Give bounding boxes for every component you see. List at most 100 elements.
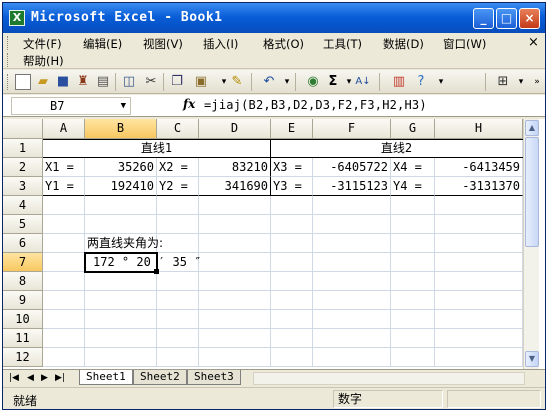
- grid-cell[interactable]: [435, 310, 523, 329]
- grid-cell[interactable]: [157, 329, 199, 348]
- scroll-thumb[interactable]: [525, 137, 539, 247]
- next-sheet-icon[interactable]: ▶: [41, 373, 48, 383]
- menu-tools[interactable]: 工具(T): [323, 36, 362, 52]
- grid-cell[interactable]: [313, 196, 391, 215]
- grid-cell[interactable]: [271, 253, 313, 272]
- cell-e1-merged[interactable]: 直线2: [271, 139, 523, 158]
- cell-a2[interactable]: X1 =: [43, 158, 85, 177]
- cell-h2[interactable]: -6413459: [435, 158, 523, 177]
- undo-dropdown-icon[interactable]: ▾: [279, 74, 295, 90]
- last-sheet-icon[interactable]: ▶|: [55, 373, 65, 383]
- grid-cell[interactable]: [391, 215, 435, 234]
- cell-b3[interactable]: 192410: [85, 177, 157, 196]
- format-painter-icon[interactable]: ✎: [229, 74, 245, 90]
- toolbar-options-icon[interactable]: »: [529, 74, 545, 90]
- cell-f3[interactable]: -3115123: [313, 177, 391, 196]
- grid-cell[interactable]: [85, 310, 157, 329]
- menu-window[interactable]: 窗口(W): [443, 36, 486, 52]
- grid-cell[interactable]: [391, 348, 435, 367]
- grid-cell[interactable]: [435, 272, 523, 291]
- grid-cell[interactable]: [199, 215, 271, 234]
- menu-data[interactable]: 数据(D): [383, 36, 424, 52]
- row-header-4[interactable]: 4: [3, 196, 43, 215]
- excel-app-icon[interactable]: X: [9, 10, 25, 26]
- grid-cell[interactable]: [271, 348, 313, 367]
- column-header-e[interactable]: E: [271, 119, 313, 139]
- cell-e2[interactable]: X3 =: [271, 158, 313, 177]
- close-document-button[interactable]: ×: [528, 35, 539, 50]
- grid-cell[interactable]: [271, 196, 313, 215]
- grid-cell[interactable]: [435, 291, 523, 310]
- cell-c2[interactable]: X2 =: [157, 158, 199, 177]
- menu-format[interactable]: 格式(O): [263, 36, 304, 52]
- maximize-button[interactable]: □: [496, 8, 517, 29]
- cell-e3[interactable]: Y3 =: [271, 177, 313, 196]
- cell-b2[interactable]: 35260: [85, 158, 157, 177]
- grid-cell[interactable]: [313, 272, 391, 291]
- grid-cell[interactable]: [85, 329, 157, 348]
- grid-cell[interactable]: [85, 348, 157, 367]
- column-header-g[interactable]: G: [391, 119, 435, 139]
- cell-g3[interactable]: Y4 =: [391, 177, 435, 196]
- grid-cell[interactable]: [271, 272, 313, 291]
- row-header-7[interactable]: 7: [3, 253, 43, 272]
- hyperlink-icon[interactable]: ◉: [305, 74, 321, 90]
- grid-cell[interactable]: [271, 234, 313, 253]
- grid-cell[interactable]: [157, 215, 199, 234]
- grid-cell[interactable]: [43, 272, 85, 291]
- grid-cell[interactable]: [199, 291, 271, 310]
- grid-cell[interactable]: [157, 272, 199, 291]
- row-header-3[interactable]: 3: [3, 177, 43, 196]
- grid-cell[interactable]: [43, 253, 85, 272]
- scroll-down-icon[interactable]: ▼: [525, 351, 539, 367]
- grid-cell[interactable]: [43, 329, 85, 348]
- sort-ascending-icon[interactable]: A↓: [355, 74, 371, 90]
- cell-a3[interactable]: Y1 =: [43, 177, 85, 196]
- grid-cell[interactable]: [435, 196, 523, 215]
- research-icon[interactable]: ✂: [143, 74, 159, 90]
- grid-cell[interactable]: [85, 291, 157, 310]
- save-icon[interactable]: ■: [55, 74, 71, 90]
- menu-insert[interactable]: 插入(I): [203, 36, 238, 52]
- grid-cell[interactable]: [85, 215, 157, 234]
- cell-a1-merged[interactable]: 直线1: [43, 139, 271, 158]
- grid-cell[interactable]: [199, 348, 271, 367]
- grid-cell[interactable]: [43, 291, 85, 310]
- row-header-5[interactable]: 5: [3, 215, 43, 234]
- fill-handle[interactable]: [154, 269, 159, 274]
- row-header-9[interactable]: 9: [3, 291, 43, 310]
- tab-sheet3[interactable]: Sheet3: [187, 370, 241, 385]
- prev-sheet-icon[interactable]: ◀: [27, 373, 34, 383]
- grid-cell[interactable]: [391, 196, 435, 215]
- chart-wizard-icon[interactable]: ▥: [391, 74, 407, 90]
- row-header-2[interactable]: 2: [3, 158, 43, 177]
- minimize-button[interactable]: _: [473, 8, 494, 29]
- help-icon[interactable]: ?: [413, 74, 429, 90]
- open-icon[interactable]: ▰: [35, 74, 51, 90]
- column-header-h[interactable]: H: [435, 119, 523, 139]
- grid-cell[interactable]: [85, 272, 157, 291]
- grid-cell[interactable]: [199, 329, 271, 348]
- row-header-11[interactable]: 11: [3, 329, 43, 348]
- grid-cell[interactable]: [271, 329, 313, 348]
- grid-cell[interactable]: [43, 310, 85, 329]
- grid-cell[interactable]: [391, 253, 435, 272]
- borders-dropdown-icon[interactable]: ▾: [513, 74, 529, 90]
- column-header-d[interactable]: D: [199, 119, 271, 139]
- cell-c3[interactable]: Y2 =: [157, 177, 199, 196]
- cell-b6[interactable]: 两直线夹角为:: [85, 234, 235, 253]
- cell-g2[interactable]: X4 =: [391, 158, 435, 177]
- grid-cell[interactable]: [435, 253, 523, 272]
- menu-edit[interactable]: 编辑(E): [83, 36, 122, 52]
- zoom-dropdown-icon[interactable]: ▾: [433, 74, 449, 90]
- grid-cell[interactable]: [391, 272, 435, 291]
- grid-cell[interactable]: [157, 310, 199, 329]
- formula-input[interactable]: =jiaj(B2,B3,D2,D3,F2,F3,H2,H3): [204, 98, 427, 112]
- grid-cell[interactable]: [313, 253, 391, 272]
- undo-icon[interactable]: ↶: [261, 74, 277, 90]
- tab-sheet1[interactable]: Sheet1: [79, 370, 133, 385]
- row-header-1[interactable]: 1: [3, 139, 43, 158]
- grid-cell[interactable]: [199, 310, 271, 329]
- grid-cell[interactable]: [391, 329, 435, 348]
- borders-icon[interactable]: ⊞: [495, 74, 511, 90]
